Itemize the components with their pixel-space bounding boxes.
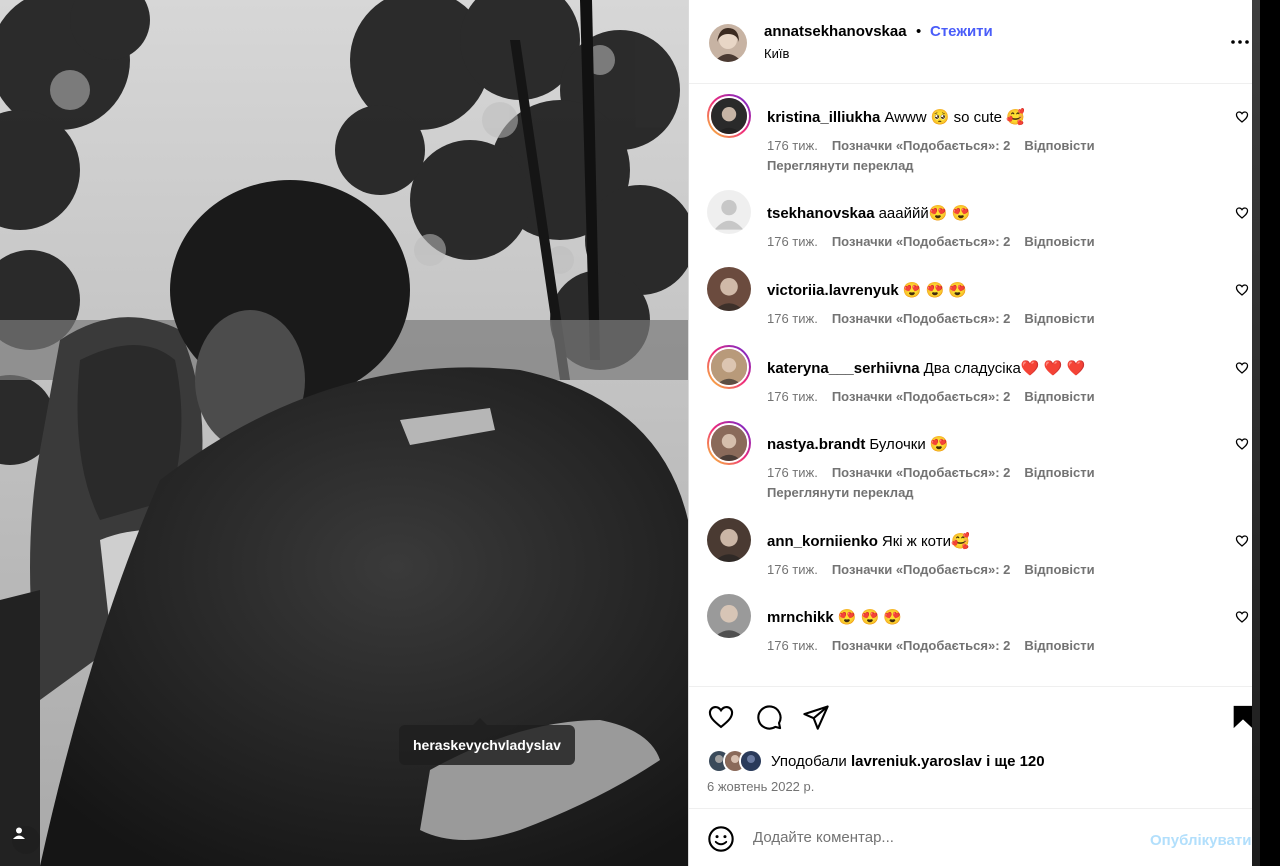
share-icon[interactable]	[802, 703, 830, 731]
photo-user-tag[interactable]: heraskevychvladyslav	[399, 718, 575, 765]
comments-list: kristina_illiukha Awww 🥺 so cute 🥰 176 тиж…	[689, 84, 1253, 686]
reply-button[interactable]: Відповісти	[1024, 234, 1094, 249]
comment-text: Які ж коти🥰	[881, 533, 970, 550]
comment-meta: 176 тиж. Позначки «Подобається»: 2 Відпові…	[767, 234, 1109, 249]
comment-like-heart-icon[interactable]	[1235, 437, 1251, 453]
comment-like-heart-icon[interactable]	[1235, 283, 1251, 299]
author-username[interactable]: annatsekhanovskaa	[764, 23, 907, 40]
emoji-icon[interactable]	[707, 825, 735, 853]
post-location[interactable]: Київ	[764, 46, 789, 61]
reply-button[interactable]: Відповісти	[1024, 311, 1094, 326]
comment-time[interactable]: 176 тиж.	[767, 138, 818, 153]
comment-text: 😍 😍 😍	[837, 609, 903, 626]
comment-like-heart-icon[interactable]	[1235, 206, 1251, 222]
comment-text: аааййй😍 😍	[878, 205, 971, 222]
comment-text: Булочки 😍	[869, 436, 949, 453]
reply-button[interactable]: Відповісти	[1024, 389, 1094, 404]
comment-avatar[interactable]	[707, 421, 751, 465]
comment-meta: 176 тиж. Позначки «Подобається»: 2 Відпові…	[767, 311, 1109, 326]
comment-meta: 176 тиж. Позначки «Подобається»: 2 Відпові…	[767, 638, 1109, 653]
comment-meta: 176 тиж. Позначки «Подобається»: 2 Відпові…	[767, 138, 1109, 153]
comment-body: nastya.brandt Булочки 😍	[767, 435, 949, 453]
liked-by-prefix: Уподобали	[771, 752, 847, 770]
comment-time[interactable]: 176 тиж.	[767, 562, 818, 577]
comment-username[interactable]: tsekhanovskaa	[767, 205, 875, 222]
post-header: annatsekhanovskaa • Стежити Київ	[689, 0, 1253, 84]
heart-icon[interactable]	[707, 703, 735, 731]
comment-time[interactable]: 176 тиж.	[767, 638, 818, 653]
comment-avatar[interactable]	[707, 267, 751, 311]
comment-likes[interactable]: Позначки «Подобається»: 2	[832, 311, 1011, 326]
see-translation-button[interactable]: Переглянути переклад	[767, 158, 914, 173]
comment-composer: Опублікувати	[689, 808, 1253, 866]
comment-body: mrnchikk 😍 😍 😍	[767, 608, 902, 626]
post-photo[interactable]: heraskevychvladyslav	[0, 0, 688, 866]
comment-avatar[interactable]	[707, 518, 751, 562]
liker-avatar	[739, 749, 763, 773]
comment-avatar[interactable]	[707, 190, 751, 234]
window-edge	[1252, 0, 1260, 866]
liked-by-count[interactable]: і ще 120	[986, 753, 1045, 770]
comment-likes[interactable]: Позначки «Подобається»: 2	[832, 562, 1011, 577]
publish-button[interactable]: Опублікувати	[1150, 832, 1251, 849]
comment-like-heart-icon[interactable]	[1235, 534, 1251, 550]
comment-username[interactable]: kateryna___serhiivna	[767, 360, 920, 377]
comment-meta: 176 тиж. Позначки «Подобається»: 2 Відпові…	[767, 389, 1109, 404]
comment-time[interactable]: 176 тиж.	[767, 389, 818, 404]
comment-time[interactable]: 176 тиж.	[767, 234, 818, 249]
comment-body: kristina_illiukha Awww 🥺 so cute 🥰	[767, 108, 1025, 126]
comment-icon[interactable]	[755, 703, 783, 731]
reply-button[interactable]: Відповісти	[1024, 465, 1094, 480]
comment-time[interactable]: 176 тиж.	[767, 311, 818, 326]
comment-body: victoriia.lavrenyuk 😍 😍 😍	[767, 281, 967, 299]
comment-username[interactable]: victoriia.lavrenyuk	[767, 282, 899, 299]
comment-meta: 176 тиж. Позначки «Подобається»: 2 Відпові…	[767, 562, 1109, 577]
post-details-panel: annatsekhanovskaa • Стежити Київ kristin…	[688, 0, 1260, 866]
reply-button[interactable]: Відповісти	[1024, 562, 1094, 577]
comment-avatar[interactable]	[707, 345, 751, 389]
liked-by-text: Уподобали lavreniuk.yaroslav і ще 120	[771, 753, 1045, 770]
see-translation-button[interactable]: Переглянути переклад	[767, 485, 914, 500]
comment-avatar[interactable]	[707, 94, 751, 138]
more-icon[interactable]	[1228, 30, 1252, 54]
comment-text: 😍 😍 😍	[902, 282, 968, 299]
comment-likes[interactable]: Позначки «Подобається»: 2	[832, 465, 1011, 480]
post-date[interactable]: 6 жовтень 2022 р.	[707, 779, 814, 794]
liked-by-user[interactable]: lavreniuk.yaroslav	[851, 753, 982, 770]
comment-body: kateryna___serhiivna Два сладусіка❤️ ❤️ ❤…	[767, 359, 1085, 377]
comment-likes[interactable]: Позначки «Подобається»: 2	[832, 638, 1011, 653]
separator-dot: •	[916, 23, 922, 40]
comment-username[interactable]: kristina_illiukha	[767, 109, 880, 126]
comment-likes[interactable]: Позначки «Подобається»: 2	[832, 389, 1011, 404]
comment-likes[interactable]: Позначки «Подобається»: 2	[832, 234, 1011, 249]
photo-image	[0, 0, 688, 866]
comment-meta: 176 тиж. Позначки «Подобається»: 2 Відпові…	[767, 465, 1109, 480]
user-icon[interactable]	[12, 826, 40, 854]
post-viewer: heraskevychvladyslav annatsekhanovskaa •…	[0, 0, 1280, 866]
reply-button[interactable]: Відповісти	[1024, 138, 1094, 153]
liked-by-row[interactable]: Уподобали lavreniuk.yaroslav і ще 120	[707, 749, 1045, 773]
comment-text: Awww 🥺 so cute 🥰	[884, 109, 1025, 126]
follow-button[interactable]: Стежити	[930, 23, 993, 40]
comment-like-heart-icon[interactable]	[1235, 610, 1251, 626]
author-avatar[interactable]	[709, 24, 747, 62]
comment-like-heart-icon[interactable]	[1235, 110, 1251, 126]
comment-likes[interactable]: Позначки «Подобається»: 2	[832, 138, 1011, 153]
comment-avatar[interactable]	[707, 594, 751, 638]
comment-input[interactable]	[753, 829, 1133, 846]
comment-username[interactable]: mrnchikk	[767, 609, 834, 626]
post-actions: Уподобали lavreniuk.yaroslav і ще 120 6 …	[689, 686, 1253, 808]
comment-like-heart-icon[interactable]	[1235, 361, 1251, 377]
reply-button[interactable]: Відповісти	[1024, 638, 1094, 653]
comment-body: tsekhanovskaa аааййй😍 😍	[767, 204, 970, 222]
comment-text: Два сладусіка❤️ ❤️ ❤️	[923, 360, 1086, 377]
comment-time[interactable]: 176 тиж.	[767, 465, 818, 480]
comment-username[interactable]: nastya.brandt	[767, 436, 865, 453]
comment-body: ann_korniienko Які ж коти🥰	[767, 532, 970, 550]
comment-username[interactable]: ann_korniienko	[767, 533, 878, 550]
